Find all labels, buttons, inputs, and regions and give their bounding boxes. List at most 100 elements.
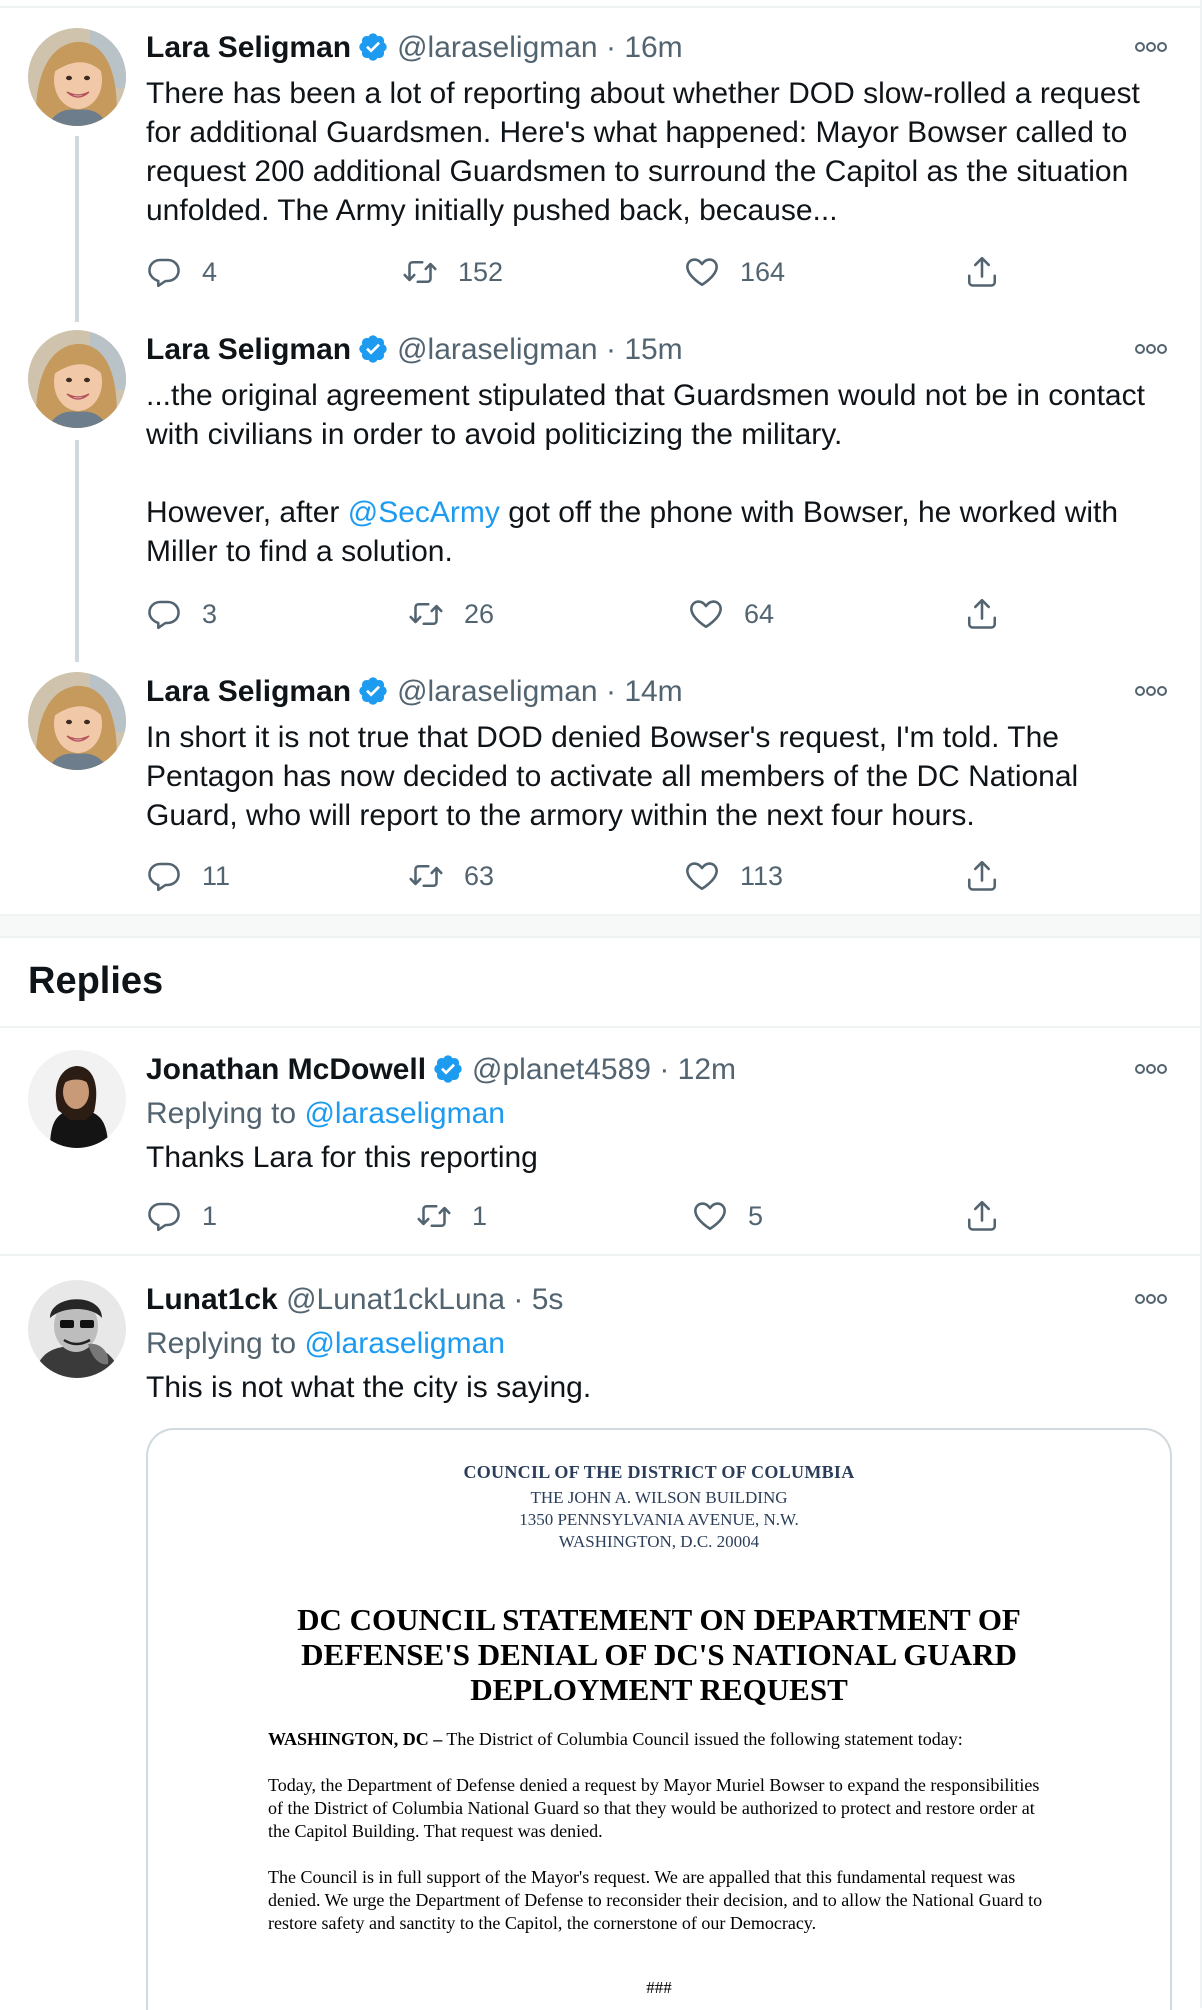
tweet-text-paragraph: ...the original agreement stipulated tha…	[146, 379, 1145, 451]
document-lead-text: The District of Columbia Council issued …	[442, 1729, 963, 1749]
like-icon	[692, 1198, 728, 1234]
reply-button[interactable]: 11	[146, 856, 230, 896]
like-count: 113	[740, 860, 784, 891]
like-icon	[684, 254, 720, 290]
reply-button[interactable]: 4	[146, 252, 217, 292]
reply-count: 4	[202, 256, 218, 287]
document-lead: WASHINGTON, DC – The District of Columbi…	[268, 1728, 1048, 1751]
like-button[interactable]: 113	[684, 856, 783, 896]
tweet-text: Thanks Lara for this reporting	[146, 1141, 538, 1174]
timestamp[interactable]: 16m	[624, 31, 682, 64]
more-options-icon[interactable]	[1134, 1292, 1168, 1306]
replying-to-label: Replying to	[146, 1327, 305, 1360]
mention-link[interactable]: @laraseligman	[304, 1097, 505, 1130]
retweet-button[interactable]: 63	[408, 856, 494, 896]
attached-image[interactable]: COUNCIL OF THE DISTRICT OF COLUMBIA THE …	[146, 1428, 1172, 2010]
retweet-icon	[408, 858, 444, 894]
reply-icon	[146, 254, 182, 290]
display-name[interactable]: Jonathan McDowell	[146, 1053, 426, 1086]
avatar[interactable]	[28, 1280, 126, 1378]
avatar[interactable]	[28, 1050, 126, 1148]
like-count: 5	[748, 1200, 764, 1231]
share-icon	[964, 858, 1000, 894]
share-button[interactable]	[964, 1196, 1020, 1236]
verified-badge-icon	[357, 675, 389, 707]
separator-dot: ·	[659, 1053, 670, 1086]
text-segment: However, after	[146, 496, 348, 529]
timestamp[interactable]: 12m	[678, 1053, 736, 1086]
timestamp[interactable]: 5s	[532, 1283, 564, 1316]
separator-dot: ·	[605, 333, 616, 366]
display-name[interactable]: Lara Seligman	[146, 675, 351, 708]
retweet-count: 152	[458, 256, 504, 287]
document-address-line: 1350 PENNSYLVANIA AVENUE, N.W.	[519, 1510, 799, 1529]
tweet-actions: 4 152 164	[146, 252, 1016, 292]
like-count: 64	[744, 598, 775, 629]
share-icon	[964, 596, 1000, 632]
tweet-text: ...the original agreement stipulated tha…	[146, 376, 1166, 571]
timestamp[interactable]: 15m	[624, 333, 682, 366]
avatar[interactable]	[28, 28, 126, 126]
tweet-text: This is not what the city is saying.	[146, 1371, 592, 1404]
document-dateline: WASHINGTON, DC –	[268, 1729, 443, 1749]
retweet-button[interactable]: 26	[408, 594, 494, 634]
document-address-line: WASHINGTON, D.C. 20004	[558, 1532, 760, 1551]
verified-badge-icon	[432, 1053, 464, 1085]
retweet-button[interactable]: 152	[402, 252, 503, 292]
document-address-line: THE JOHN A. WILSON BUILDING	[530, 1488, 788, 1507]
tweet-header: Lara Seligman @laraseligman · 15m	[146, 332, 683, 368]
like-button[interactable]: 164	[684, 252, 785, 292]
replying-to: Replying to @laraseligman	[146, 1094, 1166, 1133]
reply-button[interactable]: 1	[146, 1196, 217, 1236]
more-options-icon[interactable]	[1134, 342, 1168, 356]
avatar[interactable]	[28, 330, 126, 428]
reply-button[interactable]: 3	[146, 594, 217, 634]
retweet-count: 63	[464, 860, 495, 891]
handle[interactable]: @laraseligman	[397, 31, 598, 64]
retweet-icon	[402, 254, 438, 290]
tweet-actions: 1 1 5	[146, 1196, 1016, 1236]
more-options-icon[interactable]	[1134, 1062, 1168, 1076]
thread-line	[75, 440, 79, 662]
share-button[interactable]	[964, 252, 1020, 292]
more-options-icon[interactable]	[1134, 40, 1168, 54]
more-options-icon[interactable]	[1134, 684, 1168, 698]
retweet-icon	[408, 596, 444, 632]
tweet-header: Lunat1ck @Lunat1ckLuna · 5s	[146, 1282, 563, 1318]
retweet-count: 1	[472, 1200, 488, 1231]
avatar[interactable]	[28, 672, 126, 770]
divider	[0, 1254, 1200, 1256]
document-paragraph: The Council is in full support of the Ma…	[268, 1867, 1043, 1933]
verified-badge-icon	[357, 333, 389, 365]
tweet-text-paragraph: However, after @SecArmy got off the phon…	[146, 493, 1166, 571]
display-name[interactable]: Lara Seligman	[146, 333, 351, 366]
tweet-header: Lara Seligman @laraseligman · 14m	[146, 674, 683, 710]
reply-count: 11	[202, 860, 231, 891]
tweet-header: Lara Seligman @laraseligman · 16m	[146, 30, 683, 66]
separator-dot: ·	[605, 675, 616, 708]
document-title: DC COUNCIL STATEMENT ON DEPARTMENT OF DE…	[297, 1602, 1021, 1707]
divider	[0, 936, 1200, 938]
share-icon	[964, 254, 1000, 290]
separator-dot: ·	[513, 1283, 524, 1316]
like-button[interactable]: 64	[688, 594, 774, 634]
handle[interactable]: @laraseligman	[397, 675, 598, 708]
handle[interactable]: @laraseligman	[397, 333, 598, 366]
timestamp[interactable]: 14m	[624, 675, 682, 708]
section-gap	[0, 916, 1200, 936]
tweet-actions: 11 63 113	[146, 856, 1016, 896]
timeline-column: Lara Seligman @laraseligman · 16m There h…	[0, 0, 1202, 2010]
handle[interactable]: @Lunat1ckLuna	[286, 1283, 505, 1316]
retweet-button[interactable]: 1	[416, 1196, 487, 1236]
like-button[interactable]: 5	[692, 1196, 763, 1236]
document-paragraph: Today, the Department of Defense denied …	[268, 1775, 1040, 1841]
replying-to-label: Replying to	[146, 1097, 305, 1130]
mention-link[interactable]: @SecArmy	[348, 496, 500, 529]
display-name[interactable]: Lunat1ck	[146, 1283, 278, 1316]
handle[interactable]: @planet4589	[472, 1053, 651, 1086]
display-name[interactable]: Lara Seligman	[146, 31, 351, 64]
share-button[interactable]	[964, 594, 1020, 634]
mention-link[interactable]: @laraseligman	[304, 1327, 505, 1360]
verified-badge-icon	[357, 31, 389, 63]
share-button[interactable]	[964, 856, 1020, 896]
